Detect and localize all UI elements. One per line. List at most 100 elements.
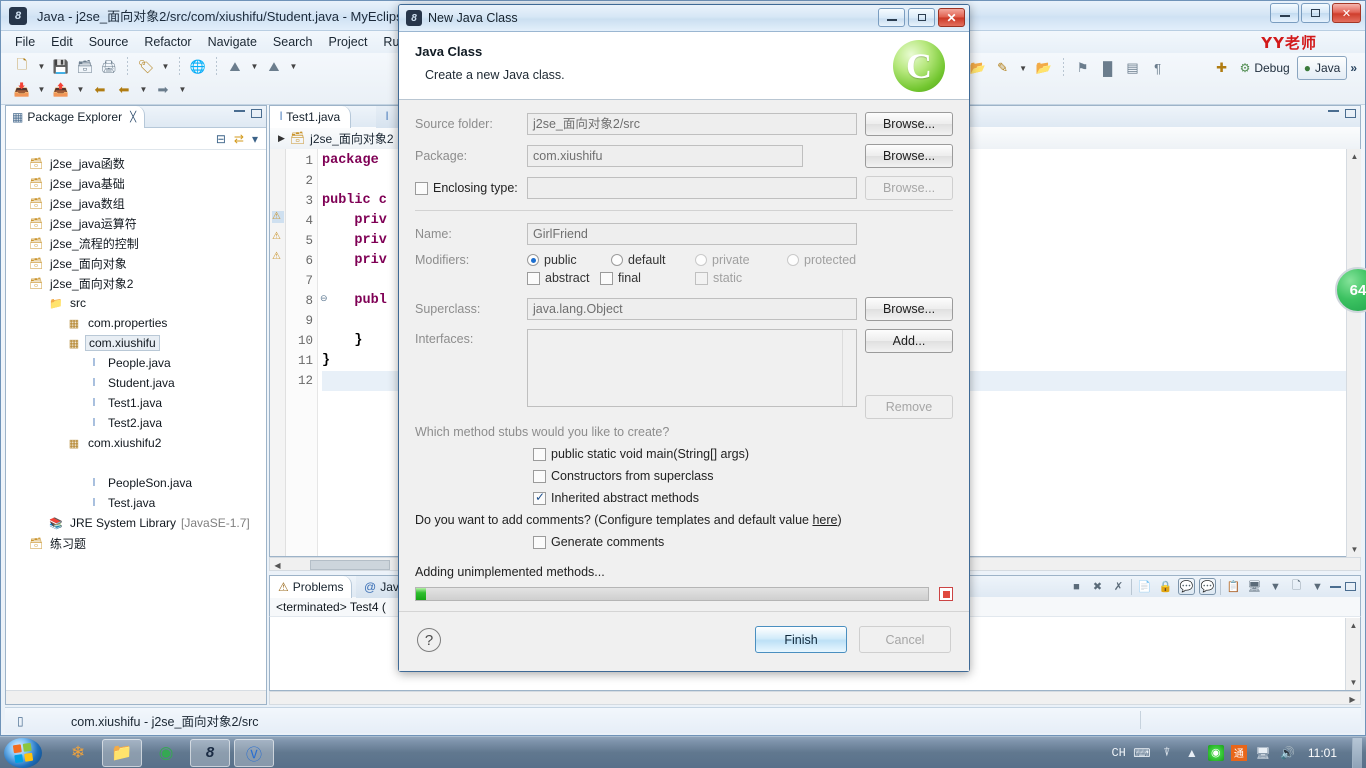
- breadcrumb-expand-icon[interactable]: ▶: [278, 133, 285, 144]
- display-selected-console-icon[interactable]: 💬: [1199, 578, 1216, 595]
- stub-main-method[interactable]: public static void main(String[] args): [533, 447, 953, 461]
- perspective-debug[interactable]: ⚙ Debug: [1236, 61, 1294, 75]
- forward-dropdown-icon[interactable]: ▼: [176, 79, 189, 100]
- modifier-final[interactable]: final: [600, 271, 695, 285]
- tree-item[interactable]: 🗃 练习题: [6, 533, 266, 553]
- tree-item-package-selected[interactable]: ▦ com.xiushifu: [6, 333, 266, 353]
- tree-item-src[interactable]: 📁 src: [6, 293, 266, 313]
- tree-item-java-file[interactable]: 𝍩 People.java: [6, 353, 266, 373]
- network-shield-icon[interactable]: ◉: [1207, 744, 1224, 761]
- minimize-view-icon[interactable]: [234, 109, 245, 112]
- next-annotation-icon[interactable]: ⚑: [1072, 58, 1094, 79]
- tree-item[interactable]: 🗃 j2se_java运算符: [6, 213, 266, 233]
- ime-toolbar-icon[interactable]: 通: [1230, 744, 1247, 761]
- collapse-all-icon[interactable]: ⊟: [216, 132, 226, 146]
- package-browse-button[interactable]: Browse...: [865, 144, 953, 168]
- perspective-overflow-icon[interactable]: »: [1350, 61, 1357, 75]
- new-console-icon[interactable]: 🗋: [1288, 578, 1305, 595]
- tree-item[interactable]: 🗃 j2se_流程的控制: [6, 233, 266, 253]
- finish-button[interactable]: Finish: [755, 626, 847, 653]
- tray-overflow-arrow-icon[interactable]: ▲: [1183, 744, 1201, 762]
- superclass-input[interactable]: java.lang.Object: [527, 298, 857, 320]
- show-desktop-button[interactable]: [1352, 737, 1362, 768]
- scroll-lock-icon[interactable]: 🔒: [1157, 578, 1174, 595]
- volume-icon[interactable]: 🔊: [1279, 744, 1297, 762]
- show-hidden-icons-icon[interactable]: ⍒: [1158, 744, 1176, 762]
- open-console-icon[interactable]: 📋: [1225, 578, 1242, 595]
- remove-launch-icon[interactable]: ✖: [1089, 578, 1106, 595]
- constructors-checkbox[interactable]: [533, 469, 546, 483]
- source-folder-browse-button[interactable]: Browse...: [865, 112, 953, 136]
- new-icon[interactable]: 🗋: [11, 56, 33, 77]
- tree-item-java-file[interactable]: 𝍩 Student.java: [6, 373, 266, 393]
- export-icon[interactable]: 📤: [50, 79, 72, 100]
- link-with-editor-icon[interactable]: ⇄: [234, 132, 244, 146]
- scroll-down-icon[interactable]: ▼: [1346, 675, 1361, 690]
- tree-item[interactable]: 🗃 j2se_java基础: [6, 173, 266, 193]
- perspective-java[interactable]: ● Java: [1296, 56, 1348, 80]
- deploy-dropdown-icon[interactable]: ▼: [248, 56, 261, 77]
- menu-file[interactable]: File: [7, 33, 43, 51]
- warning-marker-icon[interactable]: ⚠: [272, 251, 284, 263]
- scroll-up-icon[interactable]: ▲: [1346, 618, 1361, 633]
- console-vscrollbar[interactable]: ▲ ▼: [1345, 618, 1360, 690]
- tree-item[interactable]: 🗃 j2se_java函数: [6, 153, 266, 173]
- interfaces-scrollbar[interactable]: [842, 330, 856, 406]
- final-checkbox[interactable]: [600, 271, 613, 285]
- import-icon[interactable]: 📥: [11, 79, 33, 100]
- tree-item-package[interactable]: ▦ com.xiushifu2: [6, 433, 266, 453]
- format-icon[interactable]: ¶: [1147, 58, 1169, 79]
- tree-item-project-current[interactable]: 🗃 j2se_面向对象2: [6, 273, 266, 293]
- taskbar-app-myeclipse[interactable]: 8: [190, 738, 230, 767]
- stub-inherited-abstract[interactable]: Inherited abstract methods: [533, 490, 953, 505]
- cancel-progress-button[interactable]: [939, 587, 953, 601]
- tree-item-java-file[interactable]: 𝍩 Test2.java: [6, 413, 266, 433]
- dialog-close-button[interactable]: ✕: [938, 8, 965, 27]
- run-icon[interactable]: █: [1097, 58, 1119, 79]
- tree-item-java-file[interactable]: 𝍩 Test1.java: [6, 393, 266, 413]
- menu-refactor[interactable]: Refactor: [136, 33, 199, 51]
- tab-problems[interactable]: ⚠ Problems: [270, 576, 353, 598]
- back-dropdown-icon[interactable]: ▼: [137, 79, 150, 100]
- scroll-up-icon[interactable]: ▲: [1347, 149, 1362, 164]
- window-minimize-button[interactable]: [1270, 3, 1299, 23]
- start-button[interactable]: [4, 737, 42, 768]
- new-console-view-icon[interactable]: 🖥: [1246, 578, 1263, 595]
- open-perspective-icon[interactable]: ✚: [1211, 58, 1233, 79]
- class-name-input[interactable]: GirlFriend: [527, 223, 857, 245]
- interfaces-list[interactable]: [527, 329, 857, 407]
- tree-item-java-file[interactable]: 𝍩 PeopleSon.java: [6, 473, 266, 493]
- default-radio[interactable]: [611, 254, 623, 266]
- superclass-browse-button[interactable]: Browse...: [865, 297, 953, 321]
- scroll-down-icon[interactable]: ▼: [1347, 542, 1362, 557]
- source-folder-input[interactable]: j2se_面向对象2/src: [527, 113, 857, 135]
- warning-marker-icon[interactable]: ⚠: [272, 211, 284, 223]
- back-star-icon[interactable]: ⬅: [89, 79, 111, 100]
- hscroll-thumb[interactable]: [310, 560, 390, 570]
- console-icon[interactable]: ▤: [1122, 58, 1144, 79]
- generate-comments-row[interactable]: Generate comments: [533, 535, 953, 549]
- new-java-project-icon[interactable]: 🏷: [135, 56, 157, 77]
- tree-item-package[interactable]: ▦ com.properties: [6, 313, 266, 333]
- menu-source[interactable]: Source: [81, 33, 137, 51]
- maximize-panel-icon[interactable]: [1345, 582, 1356, 591]
- deploy-icon[interactable]: ⛰: [224, 56, 246, 77]
- minimize-panel-icon[interactable]: [1330, 585, 1341, 588]
- search-icon[interactable]: ✎: [992, 58, 1014, 79]
- print-icon[interactable]: 🖨: [98, 56, 120, 77]
- add-interface-button[interactable]: Add...: [865, 329, 953, 353]
- forward-icon[interactable]: ➡: [152, 79, 174, 100]
- enclosing-type-input[interactable]: [527, 177, 857, 199]
- editor-vscrollbar[interactable]: ▲ ▼: [1346, 149, 1361, 557]
- annotation-ruler[interactable]: ⚠ ⚠ ⚠: [270, 149, 286, 556]
- taskbar-app-media[interactable]: ❄: [58, 739, 98, 767]
- new-console-dropdown-icon[interactable]: ▼: [1267, 578, 1284, 595]
- save-all-icon[interactable]: 🗃: [74, 56, 96, 77]
- tree-item[interactable]: 🗃 j2se_面向对象: [6, 253, 266, 273]
- minimize-editor-icon[interactable]: [1328, 109, 1339, 112]
- new-console-menu-icon[interactable]: ▼: [1309, 578, 1326, 595]
- keyboard-icon[interactable]: ⌨: [1133, 744, 1151, 762]
- menu-edit[interactable]: Edit: [43, 33, 81, 51]
- server-dropdown-icon[interactable]: ▼: [287, 56, 300, 77]
- terminate-icon[interactable]: ■: [1068, 578, 1085, 595]
